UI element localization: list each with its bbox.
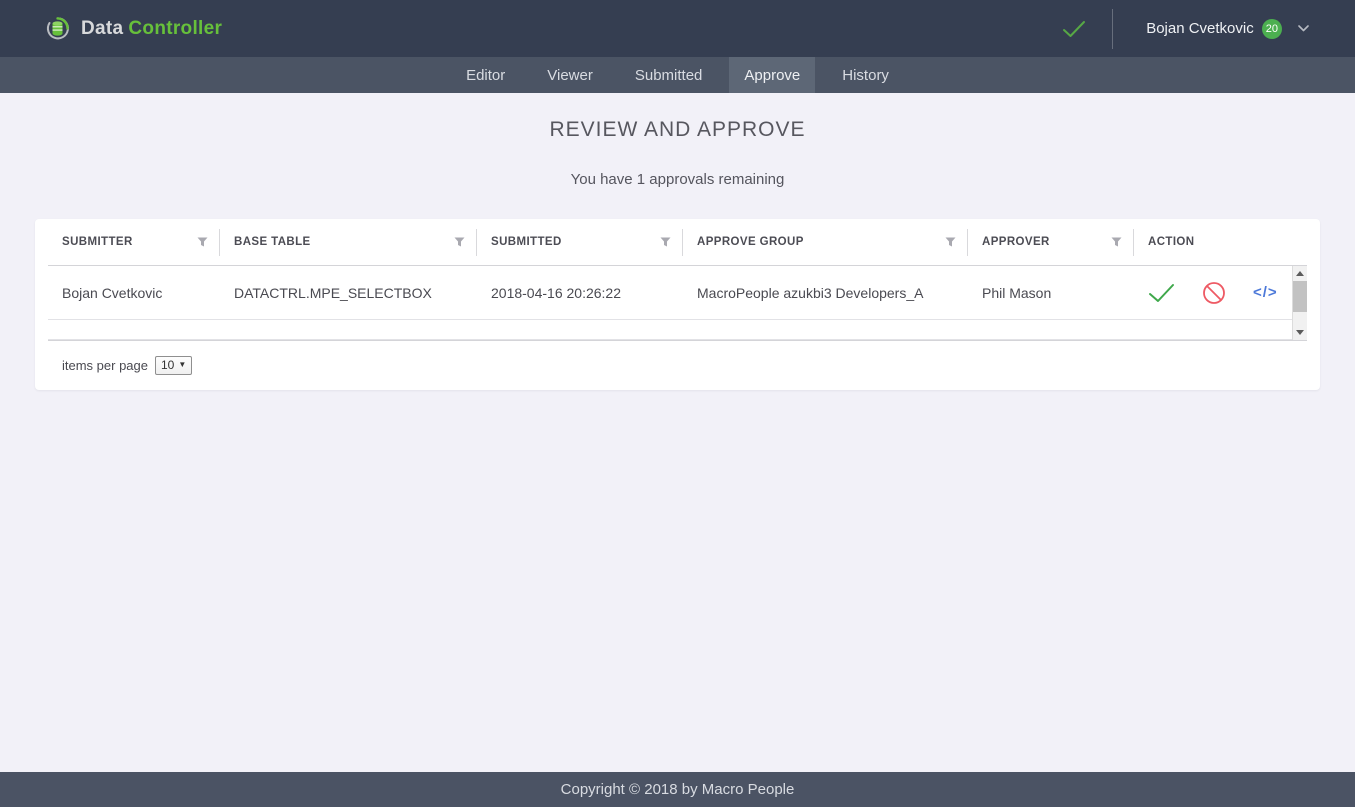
tab-submitted[interactable]: Submitted (620, 57, 718, 93)
topbar-divider (1112, 9, 1113, 49)
logo-text-controller: Controller (128, 18, 222, 39)
select-caret-icon: ▼ (178, 360, 186, 369)
items-per-page-label: items per page (62, 358, 148, 373)
column-header-approve-group: APPROVE GROUP (683, 219, 968, 265)
filter-icon[interactable] (945, 237, 956, 247)
data-controller-logo-icon (44, 15, 71, 42)
main-nav: Editor Viewer Submitted Approve History (0, 57, 1355, 93)
grid-rows: Bojan Cvetkovic DATACTRL.MPE_SELECTBOX 2… (48, 266, 1292, 340)
tab-history[interactable]: History (827, 57, 904, 93)
cell-submitter: Bojan Cvetkovic (48, 285, 220, 301)
cell-approve-group: MacroPeople azukbi3 Developers_A (683, 285, 968, 301)
tab-approve[interactable]: Approve (729, 57, 815, 93)
column-header-approver: APPROVER (968, 219, 1134, 265)
column-header-action: ACTION (1134, 219, 1307, 265)
vertical-scrollbar[interactable] (1292, 266, 1307, 340)
grid-pager: items per page 10 ▼ (48, 341, 1307, 389)
app-logo[interactable]: DataController (44, 15, 222, 42)
app-title: DataController (81, 18, 222, 40)
approve-check-icon[interactable] (1148, 283, 1175, 303)
column-label: APPROVE GROUP (697, 236, 804, 248)
scrollbar-thumb[interactable] (1293, 281, 1307, 312)
tab-viewer[interactable]: Viewer (532, 57, 608, 93)
approvals-count-badge: 20 (1262, 19, 1282, 39)
grid-header-row: SUBMITTER BASE TABLE SUBMITTED APPROVE G… (48, 219, 1307, 266)
grid-body: Bojan Cvetkovic DATACTRL.MPE_SELECTBOX 2… (48, 266, 1307, 341)
table-row[interactable]: Bojan Cvetkovic DATACTRL.MPE_SELECTBOX 2… (48, 266, 1292, 320)
filter-icon[interactable] (454, 237, 465, 247)
column-header-submitter: SUBMITTER (48, 219, 220, 265)
column-label: SUBMITTED (491, 236, 562, 248)
chevron-down-icon[interactable] (1298, 25, 1309, 32)
column-label: BASE TABLE (234, 236, 311, 248)
reject-no-entry-icon[interactable] (1202, 281, 1226, 305)
items-per-page-value: 10 (161, 358, 174, 372)
connection-check-icon (1062, 20, 1086, 38)
user-menu[interactable]: Bojan Cvetkovic 20 (1146, 19, 1355, 39)
cell-base-table: DATACTRL.MPE_SELECTBOX (220, 285, 477, 301)
filter-icon[interactable] (1111, 237, 1122, 247)
logo-text-data: Data (81, 18, 123, 39)
approvals-remaining-text: You have 1 approvals remaining (0, 171, 1355, 188)
tab-editor[interactable]: Editor (451, 57, 520, 93)
table-row-empty (48, 320, 1292, 340)
user-name: Bojan Cvetkovic (1146, 20, 1254, 37)
column-label: ACTION (1148, 236, 1194, 248)
column-label: SUBMITTER (62, 236, 133, 248)
scroll-down-button[interactable] (1293, 325, 1307, 340)
cell-submitted: 2018-04-16 20:26:22 (477, 285, 683, 301)
column-label: APPROVER (982, 236, 1050, 248)
main-content: REVIEW AND APPROVE You have 1 approvals … (0, 93, 1355, 772)
triangle-down-icon (1296, 330, 1304, 335)
column-header-submitted: SUBMITTED (477, 219, 683, 265)
column-header-base-table: BASE TABLE (220, 219, 477, 265)
items-per-page-select[interactable]: 10 ▼ (155, 356, 192, 375)
cell-approver: Phil Mason (968, 285, 1134, 301)
copyright-text: Copyright © 2018 by Macro People (561, 781, 795, 798)
page-title: REVIEW AND APPROVE (0, 118, 1355, 142)
filter-icon[interactable] (197, 237, 208, 247)
approvals-grid-card: SUBMITTER BASE TABLE SUBMITTED APPROVE G… (35, 219, 1320, 390)
filter-icon[interactable] (660, 237, 671, 247)
top-bar: DataController Bojan Cvetkovic 20 (0, 0, 1355, 57)
scroll-up-button[interactable] (1293, 266, 1307, 281)
cell-actions: </> (1134, 281, 1292, 305)
view-code-icon[interactable]: </> (1253, 284, 1278, 301)
triangle-up-icon (1296, 271, 1304, 276)
page-footer: Copyright © 2018 by Macro People (0, 772, 1355, 807)
scrollbar-track[interactable] (1293, 312, 1307, 325)
